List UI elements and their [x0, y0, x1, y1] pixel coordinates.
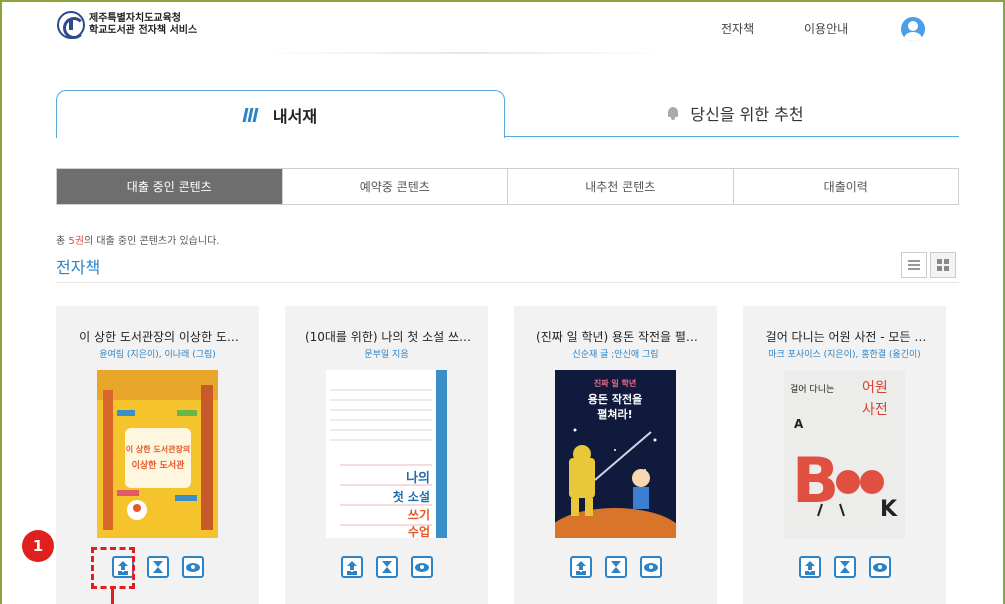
cover-letter-a: A: [794, 417, 804, 431]
cover-title-1: 이 상한 도서관장의: [126, 444, 190, 454]
extend-button[interactable]: [604, 556, 627, 578]
borrow-count: 5권: [68, 236, 84, 247]
book-author: 문부일 지음: [364, 350, 409, 360]
cover-title-3: 쓰기: [408, 507, 430, 522]
subtab-history[interactable]: 대출이력: [734, 169, 959, 204]
org-name: 제주특별자치도교육청: [89, 13, 181, 24]
upload-icon: [804, 561, 815, 573]
cover-title-1: 나의: [406, 470, 430, 486]
cover-title-2: 용돈 작전을: [588, 392, 642, 406]
return-button[interactable]: [569, 556, 592, 578]
cover-title-3: 사전: [862, 402, 888, 418]
book-cover[interactable]: 이 상한 도서관장의 이상한 도서관: [97, 370, 218, 538]
return-button[interactable]: [798, 556, 821, 578]
cover-letter-k: K: [880, 497, 898, 522]
nav-guide[interactable]: 이용안내: [804, 20, 848, 37]
card-actions: [514, 556, 717, 578]
subtab-reserved[interactable]: 예약중 콘텐츠: [283, 169, 508, 204]
cover-title-4: 수업: [408, 525, 430, 538]
library-bars-icon: [242, 107, 259, 122]
list-view-icon: [908, 260, 920, 270]
book-author: 마크 포사이스 (지은이), 홍한결 (옮긴이): [768, 350, 921, 360]
extend-button[interactable]: [833, 556, 856, 578]
hourglass-icon: [839, 561, 850, 573]
extend-button[interactable]: [375, 556, 398, 578]
cover-title-3: 펼쳐라!: [597, 407, 632, 421]
tab-recommendations[interactable]: 당신을 위한 추천: [511, 90, 959, 136]
read-button[interactable]: [410, 556, 433, 578]
eye-icon: [185, 562, 200, 572]
grid-view-icon: [937, 259, 949, 271]
book-cover[interactable]: 걸어 다니는 어원 사전 A B K: [784, 370, 905, 538]
tab-my-library[interactable]: 내서재: [56, 90, 505, 138]
book-cover[interactable]: 진짜 일 학년 용돈 작전을 펼쳐라!: [555, 370, 676, 538]
subtab-borrowed[interactable]: 대출 중인 콘텐츠: [57, 169, 283, 204]
tab-underline: [505, 136, 959, 137]
return-button[interactable]: [340, 556, 363, 578]
book-cover[interactable]: 나의 첫 소설 쓰기 수업: [326, 370, 447, 538]
nav-ebook[interactable]: 전자책: [721, 20, 754, 37]
cover-title-2: 첫 소설: [393, 489, 430, 504]
borrow-count-text: 총 5권의 대출 중인 콘텐츠가 있습니다.: [56, 236, 220, 247]
section-title: 전자책: [56, 258, 101, 277]
tab-label: 당신을 위한 추천: [690, 105, 804, 124]
upload-icon: [575, 561, 586, 573]
book-title[interactable]: 걸어 다니는 어원 사전 - 모든 …: [751, 328, 941, 345]
main-tabs: 내서재 당신을 위한 추천: [56, 90, 959, 138]
cover-title-2: 이상한 도서관: [132, 459, 186, 471]
list-view-button[interactable]: [901, 252, 927, 278]
highlight-box: [91, 547, 135, 589]
book-card[interactable]: 이 상한 도서관장의 이상한 도… 윤여림 (지은이), 이나래 (그림) 이 …: [56, 306, 259, 604]
section-divider: [56, 282, 959, 283]
read-button[interactable]: [639, 556, 662, 578]
highlight-pointer: [111, 589, 114, 604]
cover-title-2: 어원: [862, 380, 888, 396]
card-actions: [743, 556, 946, 578]
service-name: 학교도서관 전자책 서비스: [89, 25, 198, 36]
hourglass-icon: [152, 561, 163, 573]
card-actions: [285, 556, 488, 578]
cover-title-1: 진짜 일 학년: [594, 378, 636, 388]
tab-label: 내서재: [272, 106, 318, 126]
eye-icon: [414, 562, 429, 572]
card-actions: [56, 556, 259, 578]
book-title[interactable]: 이 상한 도서관장의 이상한 도…: [64, 328, 254, 345]
hourglass-icon: [610, 561, 621, 573]
book-card[interactable]: (10대를 위한) 나의 첫 소설 쓰… 문부일 지음 나의 첫 소설 쓰기 수…: [285, 306, 488, 604]
book-card[interactable]: (진짜 일 학년) 용돈 작전을 펼… 신순재 글 ;안신애 그림 진짜 일 학…: [514, 306, 717, 604]
cover-title-1: 걸어 다니는: [790, 384, 834, 395]
upload-icon: [346, 561, 357, 573]
read-button[interactable]: [181, 556, 204, 578]
hourglass-icon: [381, 561, 392, 573]
cover-letter-b: B: [792, 444, 839, 517]
book-author: 신순재 글 ;안신애 그림: [572, 350, 659, 360]
book-title[interactable]: (10대를 위한) 나의 첫 소설 쓰…: [293, 328, 483, 345]
site-logo[interactable]: 제주특별자치도교육청 학교도서관 전자책 서비스: [57, 11, 197, 39]
grid-view-button[interactable]: [930, 252, 956, 278]
sub-tabs: 대출 중인 콘텐츠 예약중 콘텐츠 내추천 콘텐츠 대출이력: [56, 168, 959, 205]
subtab-my-recommend[interactable]: 내추천 콘텐츠: [508, 169, 734, 204]
logo-text: 제주특별자치도교육청 학교도서관 전자책 서비스: [89, 13, 197, 37]
book-title[interactable]: (진짜 일 학년) 용돈 작전을 펼…: [522, 328, 712, 345]
eye-icon: [643, 562, 658, 572]
step-number-badge: 1: [22, 530, 54, 562]
read-button[interactable]: [868, 556, 891, 578]
eye-icon: [872, 562, 887, 572]
user-avatar-icon[interactable]: [901, 17, 925, 41]
header-divider: [260, 52, 670, 54]
bell-icon: [666, 106, 680, 120]
extend-button[interactable]: [146, 556, 169, 578]
emblem-icon: [57, 11, 85, 39]
book-author: 윤여림 (지은이), 이나래 (그림): [99, 350, 216, 360]
book-card[interactable]: 걸어 다니는 어원 사전 - 모든 … 마크 포사이스 (지은이), 홍한결 (…: [743, 306, 946, 604]
